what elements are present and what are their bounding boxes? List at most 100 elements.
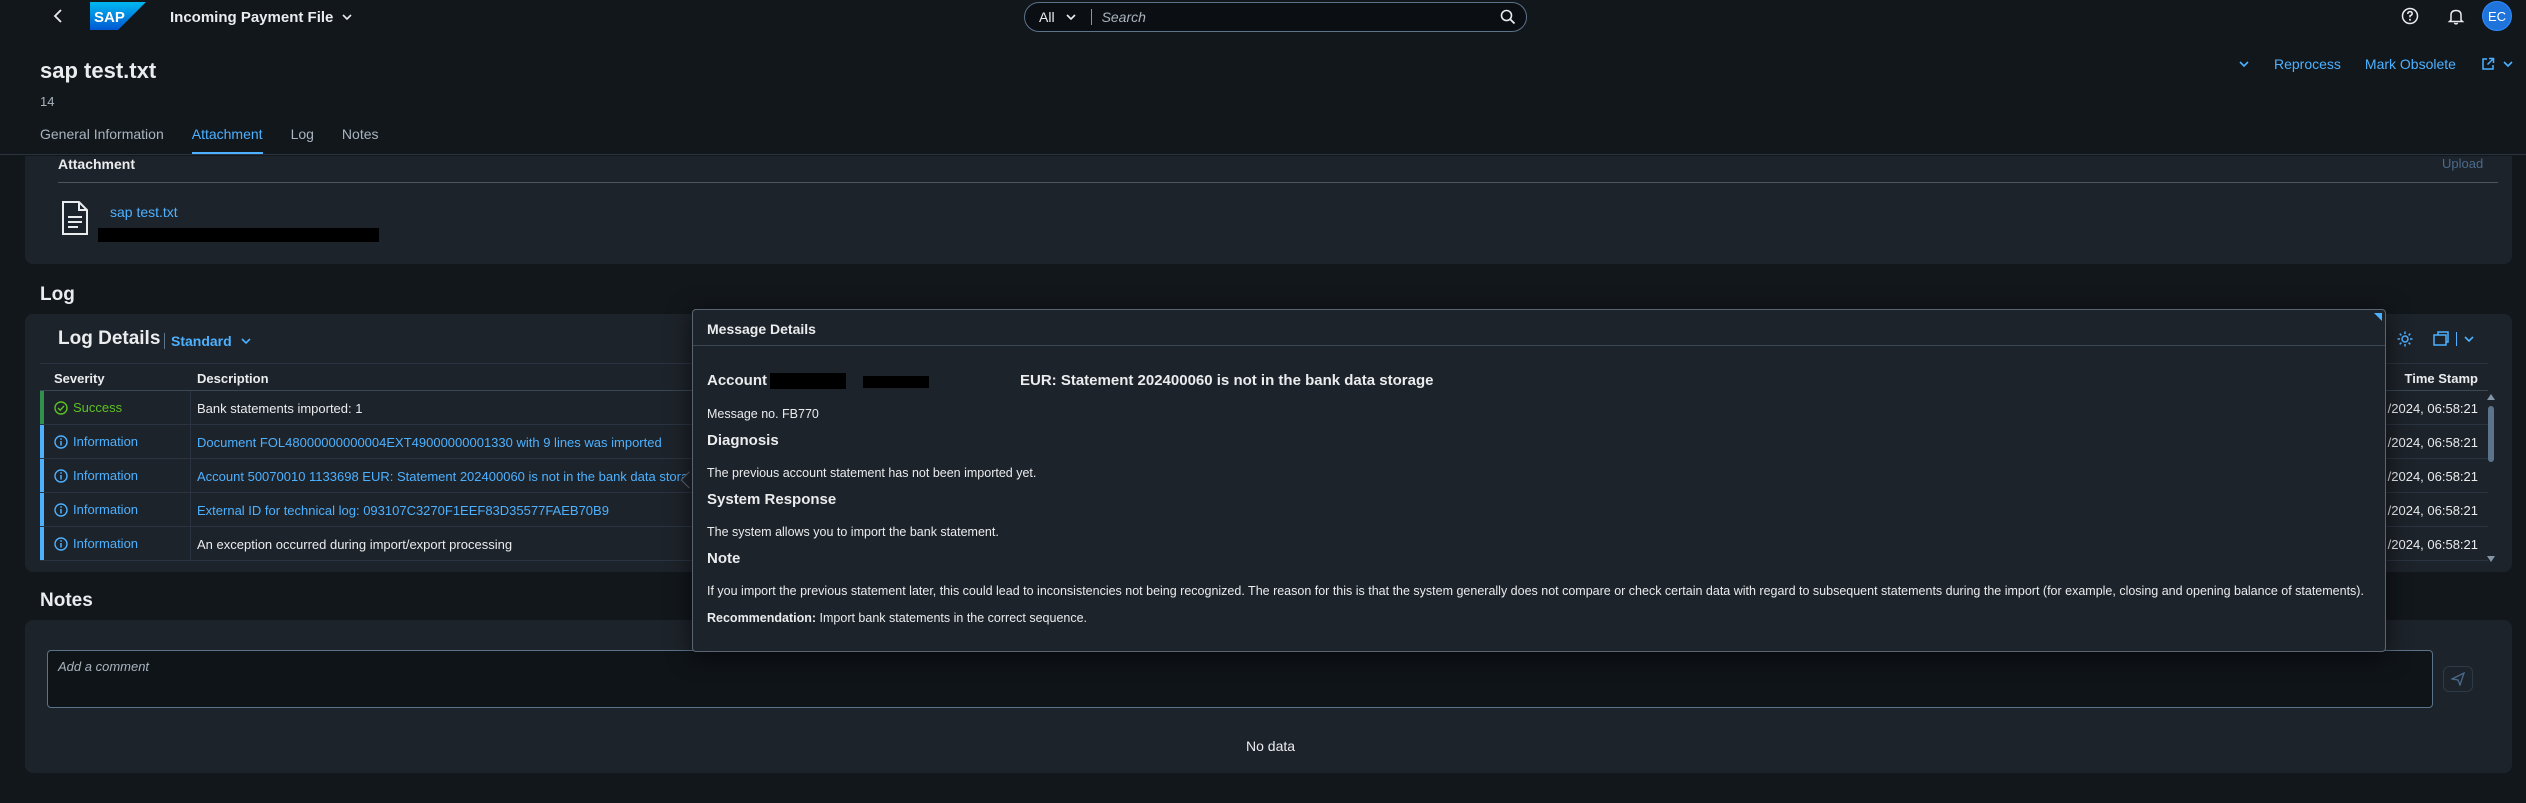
- svg-text:SAP: SAP: [94, 9, 125, 26]
- chevron-down-icon: [241, 338, 251, 345]
- collapse-header-button[interactable]: [2238, 58, 2250, 70]
- severity-cell: Information: [54, 502, 138, 517]
- popover-title: Message Details: [707, 321, 816, 337]
- recommendation: Recommendation: Import bank statements i…: [707, 611, 1087, 625]
- redacted-text: [770, 373, 846, 389]
- column-header-timestamp[interactable]: Time Stamp: [2405, 371, 2478, 386]
- reprocess-button[interactable]: Reprocess: [2274, 56, 2341, 72]
- tab-attachment[interactable]: Attachment: [191, 126, 263, 154]
- severity-label: Success: [73, 400, 123, 415]
- chevron-down-icon: [2503, 61, 2513, 68]
- tab-notes[interactable]: Notes: [342, 126, 379, 154]
- redacted-text: [98, 228, 379, 242]
- bell-icon: [2447, 9, 2465, 25]
- help-icon: [2401, 7, 2419, 25]
- search-field: All: [1024, 2, 1527, 32]
- tab-log[interactable]: Log: [291, 126, 314, 154]
- description-link[interactable]: Document FOL48000000000004EXT49000000001…: [197, 435, 662, 450]
- chevron-down-icon: [1065, 14, 1076, 21]
- severity-indicator: [40, 493, 44, 526]
- message-headline: EUR: Statement 202400060 is not in the b…: [1020, 372, 1434, 389]
- chevron-left-icon: [53, 9, 62, 23]
- severity-indicator: [40, 459, 44, 492]
- sap-logo[interactable]: SAP: [90, 2, 146, 30]
- severity-label: Information: [73, 434, 139, 449]
- search-input[interactable]: [1091, 9, 1490, 25]
- app-title-menu[interactable]: Incoming Payment File: [170, 8, 353, 26]
- popover-header: Message Details: [693, 310, 2385, 346]
- share-icon: [2482, 57, 2495, 70]
- description-link[interactable]: External ID for technical log: 093107C32…: [197, 503, 609, 518]
- app-title: Incoming Payment File: [170, 8, 334, 26]
- severity-label: Information: [73, 502, 139, 517]
- note-heading: Note: [707, 550, 741, 567]
- information-icon: [54, 502, 68, 517]
- chevron-down-icon: [2239, 61, 2249, 68]
- severity-cell: Information: [54, 434, 138, 449]
- share-menu-button[interactable]: [2480, 56, 2514, 72]
- divider: [58, 182, 2498, 183]
- table-scrollbar[interactable]: [2486, 392, 2496, 564]
- attachment-file-link[interactable]: sap test.txt: [110, 204, 178, 220]
- system-response-text: The system allows you to import the bank…: [707, 525, 999, 539]
- column-header-severity[interactable]: Severity: [54, 371, 105, 386]
- chevron-down-icon: [342, 14, 352, 21]
- user-avatar[interactable]: EC: [2482, 1, 2512, 31]
- severity-label: Information: [73, 468, 139, 483]
- diagnosis-heading: Diagnosis: [707, 432, 779, 449]
- column-divider: [190, 459, 191, 492]
- column-divider: [190, 391, 191, 424]
- search-scope-select[interactable]: All: [1025, 9, 1092, 25]
- description-text: An exception occurred during import/expo…: [197, 537, 513, 552]
- severity-cell: Information: [54, 536, 138, 551]
- comment-input[interactable]: [48, 651, 2432, 707]
- mark-obsolete-button[interactable]: Mark Obsolete: [2365, 56, 2456, 72]
- account-label: Account: [707, 372, 767, 389]
- timestamp-text: /2024, 06:58:21: [2387, 503, 2478, 518]
- log-details-title: Log Details: [58, 328, 161, 349]
- timestamp-text: /2024, 06:58:21: [2387, 469, 2478, 484]
- send-comment-button[interactable]: [2443, 666, 2473, 692]
- description-link[interactable]: Account 50070010 1133698 EUR: Statement …: [197, 469, 703, 484]
- chevron-down-icon: [2464, 336, 2474, 343]
- success-icon: [54, 400, 68, 415]
- header-actions: Reprocess Mark Obsolete: [2238, 54, 2514, 74]
- export-button[interactable]: [2432, 330, 2475, 348]
- column-header-description[interactable]: Description: [197, 371, 269, 386]
- gear-icon: [2397, 331, 2413, 347]
- search-button[interactable]: [1490, 9, 1526, 25]
- document-icon: [60, 200, 90, 236]
- back-button[interactable]: [48, 6, 70, 26]
- search-icon: [1500, 9, 1516, 25]
- information-icon: [54, 434, 68, 449]
- column-divider: [190, 527, 191, 560]
- timestamp-text: /2024, 06:58:21: [2387, 401, 2478, 416]
- severity-indicator: [40, 527, 44, 560]
- severity-indicator: [40, 425, 44, 458]
- resize-handle[interactable]: [2373, 312, 2383, 322]
- help-button[interactable]: [2400, 6, 2420, 26]
- send-icon: [2451, 672, 2465, 686]
- variant-selector[interactable]: Standard: [164, 333, 252, 349]
- section-tabs: General Information Attachment Log Notes: [40, 126, 379, 154]
- upload-button[interactable]: Upload: [2442, 156, 2483, 171]
- timestamp-text: /2024, 06:58:21: [2387, 435, 2478, 450]
- information-icon: [54, 536, 68, 551]
- severity-cell: Success: [54, 400, 122, 415]
- diagnosis-text: The previous account statement has not b…: [707, 466, 1037, 480]
- table-settings-button[interactable]: [2396, 330, 2414, 348]
- severity-indicator: [40, 391, 44, 424]
- information-icon: [54, 468, 68, 483]
- column-divider: [190, 425, 191, 458]
- message-number: Message no. FB770: [707, 407, 819, 421]
- note-text: If you import the previous statement lat…: [707, 584, 2364, 598]
- table-toolbar: [2396, 330, 2475, 348]
- message-details-popover: Message Details Account EUR: Statement 2…: [692, 309, 2386, 652]
- tab-general-information[interactable]: General Information: [40, 126, 164, 154]
- notifications-button[interactable]: [2446, 6, 2466, 26]
- notes-section-heading: Notes: [40, 590, 93, 611]
- variant-label: Standard: [171, 333, 232, 349]
- column-divider: [190, 493, 191, 526]
- empty-state-text: No data: [1246, 738, 1296, 754]
- export-icon: [2433, 331, 2449, 346]
